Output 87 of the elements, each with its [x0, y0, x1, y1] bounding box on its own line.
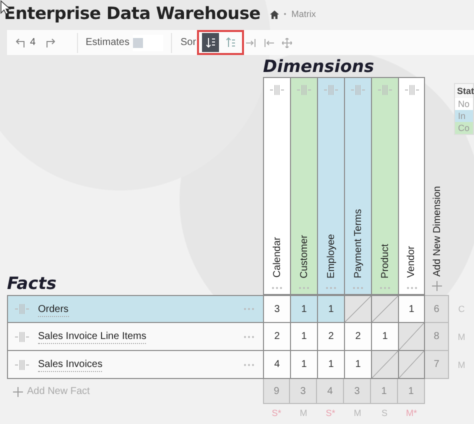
undo-count: 4 [30, 37, 36, 48]
column-size-mark: M [352, 407, 362, 420]
legend-item: No [455, 98, 473, 110]
more-icon [406, 286, 418, 290]
dimension-header[interactable]: Vendor [398, 77, 425, 295]
more-icon [379, 286, 391, 290]
sort-label: Sor [180, 37, 196, 48]
matrix-cell[interactable]: 1 [344, 351, 371, 379]
matrix-cell[interactable]: 1 [290, 295, 317, 323]
legend-item: In [455, 110, 473, 122]
collapse-left-icon [264, 38, 274, 48]
matrix-cell[interactable]: 2 [344, 323, 371, 351]
grip-icon [14, 330, 30, 342]
more-icon [271, 286, 283, 290]
matrix-cell[interactable]: 1 [398, 295, 425, 323]
matrix-cell[interactable]: 1 [290, 323, 317, 351]
dimension-header[interactable]: Payment Terms [344, 77, 371, 295]
legend-title: Stat [456, 86, 473, 96]
matrix-cell[interactable]: 3 [263, 295, 290, 323]
column-size-mark: S* [324, 407, 336, 420]
column-size-mark: S* [270, 407, 282, 420]
sort-button[interactable] [202, 33, 220, 52]
fact-name: Sales Invoices [38, 359, 102, 372]
more-icon [243, 307, 255, 311]
column-size-mark: M [298, 407, 308, 420]
fact-row[interactable]: Sales Invoice Line Items [7, 323, 263, 351]
move-icon [282, 38, 292, 48]
grip-icon [377, 84, 393, 96]
estimates-label: Estimates [86, 37, 130, 48]
grip-icon [269, 84, 285, 96]
more-icon [243, 334, 255, 338]
facts-heading: Facts [7, 274, 58, 295]
matrix-cell[interactable]: 1 [290, 351, 317, 379]
column-total: 9 [263, 379, 290, 404]
column-total: 1 [371, 379, 398, 404]
dimension-name: Customer [298, 234, 310, 278]
grip-icon [350, 84, 366, 96]
matrix-cell[interactable]: 4 [263, 351, 290, 379]
column-total: 1 [398, 379, 425, 404]
row-total: 6 [425, 295, 449, 323]
matrix-cell[interactable]: 1 [371, 323, 398, 351]
dimension-name: Employee [326, 234, 336, 278]
more-icon [243, 362, 255, 366]
row-total: 7 [425, 351, 449, 379]
legend-item: Co [455, 122, 473, 134]
grip-icon [323, 84, 339, 96]
dimension-name: Payment Terms [352, 208, 364, 278]
matrix-cell[interactable]: 1 [317, 295, 344, 323]
dimension-name: Vendor [406, 246, 417, 278]
grip-icon [14, 358, 30, 370]
row-total: 8 [425, 323, 449, 351]
plus-icon [13, 386, 23, 396]
fact-name: Sales Invoice Line Items [38, 331, 146, 344]
dimensions-heading: Dimensions [263, 57, 376, 77]
dimension-header[interactable]: Employee [317, 77, 344, 295]
redo-icon [46, 38, 55, 48]
sort-ascending-icon [226, 37, 236, 48]
page-title: Enterprise Data Warehouse [4, 4, 260, 24]
fact-row[interactable]: Sales Invoices [7, 351, 263, 379]
estimates-checkbox[interactable] [133, 34, 164, 50]
expand-right-icon [246, 38, 256, 48]
dimension-name: Product [380, 244, 390, 278]
column-total: 3 [290, 379, 317, 404]
dimension-header[interactable]: Calendar [263, 77, 290, 295]
matrix-cell[interactable]: 2 [317, 323, 344, 351]
matrix-cell[interactable]: 1 [317, 351, 344, 379]
dimension-header[interactable]: Product [371, 77, 398, 295]
matrix-cell[interactable]: 2 [263, 323, 290, 351]
column-size-mark: S [380, 407, 388, 420]
grip-icon [404, 84, 420, 96]
column-total: 3 [344, 379, 371, 404]
plus-icon [432, 281, 442, 291]
add-dimension-link[interactable]: Add New Dimension [432, 186, 442, 277]
grip-icon [296, 84, 312, 96]
column-total: 4 [317, 379, 344, 404]
more-icon [352, 286, 364, 290]
dimension-header[interactable]: Customer [290, 77, 317, 295]
sort-descending-icon [206, 37, 216, 48]
fact-row[interactable]: Orders [7, 295, 263, 323]
fact-name: Orders [38, 304, 69, 316]
undo-icon [16, 38, 25, 48]
more-icon [298, 286, 310, 290]
grip-icon [14, 303, 30, 315]
column-size-mark: M* [405, 407, 418, 420]
more-icon [325, 286, 337, 290]
dimension-name: Calendar [272, 237, 282, 278]
home-icon [270, 10, 280, 18]
